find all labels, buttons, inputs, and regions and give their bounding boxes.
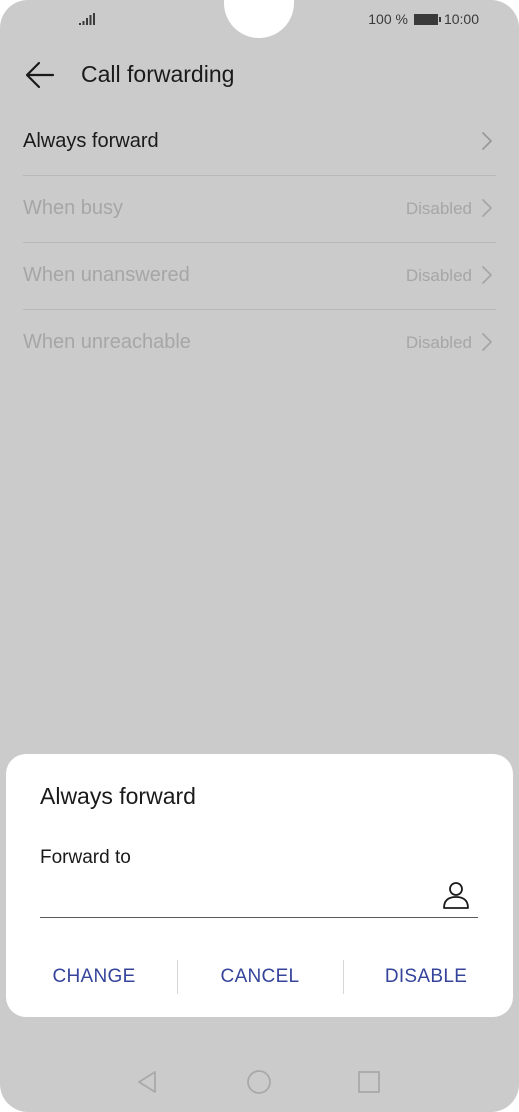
row-label: When unreachable: [23, 331, 191, 353]
app-header: Call forwarding: [0, 50, 519, 100]
dialog-title: Always forward: [40, 783, 196, 809]
row-always-forward[interactable]: Always forward: [23, 109, 496, 176]
page-title: Call forwarding: [81, 61, 235, 87]
chevron-right-icon: [482, 333, 492, 351]
signal-bars-icon: [79, 12, 95, 28]
input-underline: [40, 917, 478, 918]
always-forward-dialog: Always forward Forward to CHANGE CANCEL …: [6, 754, 513, 1017]
change-button[interactable]: CHANGE: [12, 957, 176, 997]
circle-home-icon: [247, 1070, 271, 1094]
person-icon: [443, 882, 469, 909]
status-right-group: 100 % 10:00: [368, 11, 479, 27]
forward-to-label: Forward to: [40, 847, 131, 868]
back-button[interactable]: [22, 58, 58, 92]
battery-percent: 100 %: [368, 11, 408, 27]
row-value: Disabled: [405, 333, 472, 352]
row-value: Disabled: [405, 199, 472, 218]
row-when-busy[interactable]: When busy Disabled: [23, 176, 496, 243]
square-recents-icon: [358, 1071, 380, 1093]
nav-recents-button[interactable]: [355, 1068, 383, 1096]
row-label: When busy: [23, 197, 124, 219]
status-bar: 100 % 10:00: [0, 0, 519, 40]
forward-number-input[interactable]: [40, 879, 430, 913]
chevron-right-icon: [482, 199, 492, 217]
clock: 10:00: [443, 11, 479, 27]
battery-icon: [413, 13, 441, 25]
row-label: When unanswered: [23, 264, 190, 286]
nav-back-button[interactable]: [134, 1068, 162, 1096]
dialog-actions: CHANGE CANCEL DISABLE: [6, 957, 513, 997]
disable-button[interactable]: DISABLE: [344, 957, 508, 997]
contact-picker-button[interactable]: [439, 880, 473, 912]
row-label: Always forward: [23, 130, 159, 152]
settings-list: Always forward When busy Disabled When u…: [23, 109, 496, 376]
arrow-left-icon: [25, 61, 55, 89]
system-nav-bar: [0, 1060, 519, 1104]
row-when-unanswered[interactable]: When unanswered Disabled: [23, 243, 496, 310]
row-value: Disabled: [405, 266, 472, 285]
row-when-unreachable[interactable]: When unreachable Disabled: [23, 310, 496, 376]
nav-home-button[interactable]: [245, 1068, 273, 1096]
chevron-right-icon: [482, 132, 492, 150]
cancel-button[interactable]: CANCEL: [178, 957, 342, 997]
chevron-right-icon: [482, 266, 492, 284]
phone-screen: 100 % 10:00 Call forwarding Always forwa…: [0, 0, 519, 1112]
triangle-back-icon: [138, 1071, 156, 1093]
